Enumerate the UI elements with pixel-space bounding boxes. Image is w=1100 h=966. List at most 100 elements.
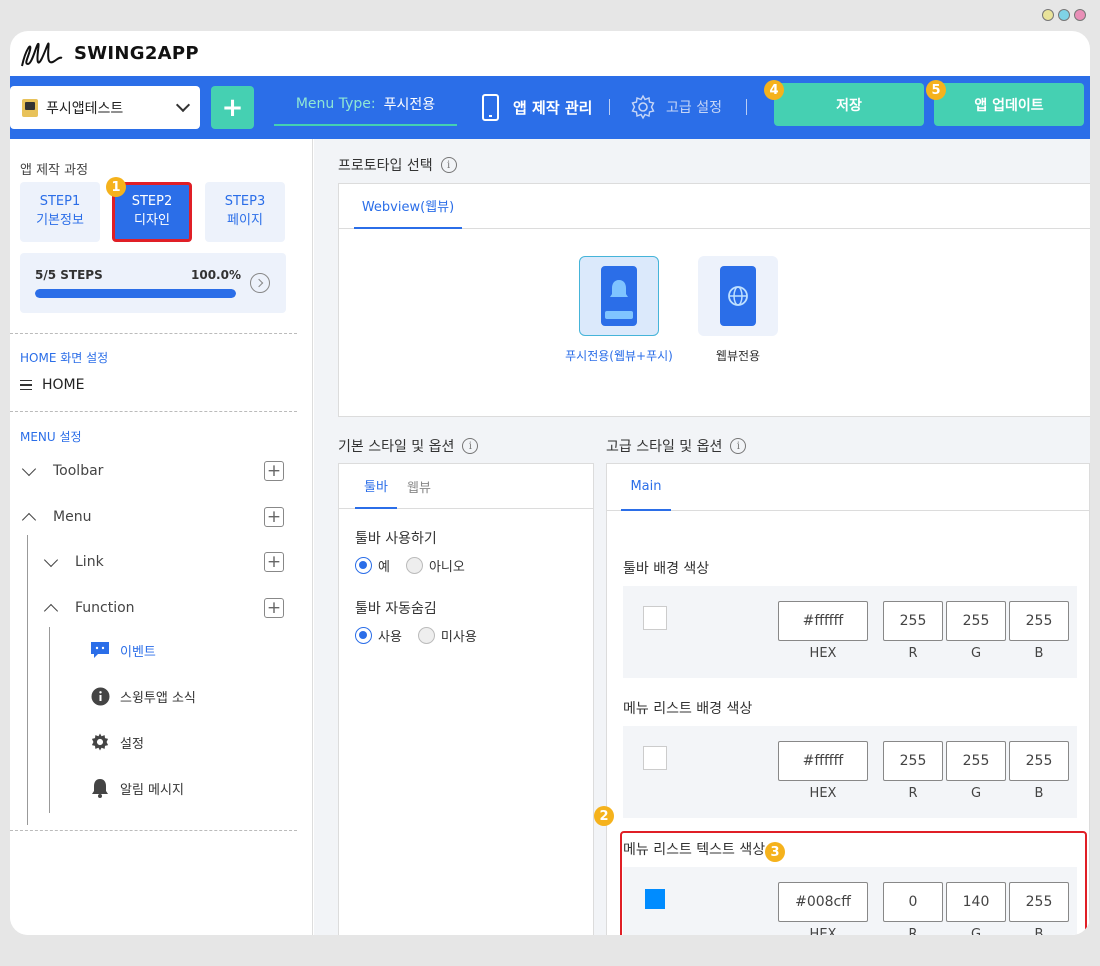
function-item-label: 스윙투앱 소식 xyxy=(120,690,196,706)
nav-app-manage-label: 앱 제작 관리 xyxy=(513,98,593,117)
tree-item-function[interactable]: Function + xyxy=(10,596,297,620)
hex-label: HEX xyxy=(809,786,837,801)
tree-guide-line xyxy=(27,535,28,825)
b-label: B xyxy=(1034,927,1044,935)
add-function-item-button[interactable]: + xyxy=(264,598,284,618)
window-dot-yellow[interactable] xyxy=(1042,9,1054,21)
hex-label: HEX xyxy=(809,927,837,935)
nav-advanced-settings[interactable]: 고급 설정 xyxy=(630,92,722,122)
tree-guide-line xyxy=(49,627,50,813)
nav-divider xyxy=(746,99,747,115)
window-dot-blue[interactable] xyxy=(1058,9,1070,21)
menu-list-text-color-picker: #008cff 0 140 255 HEX R G B xyxy=(623,867,1077,935)
info-icon[interactable]: i xyxy=(730,438,747,454)
app-selector[interactable]: 푸시앱테스트 xyxy=(10,86,200,129)
advanced-options-title-text: 고급 스타일 및 옵션 xyxy=(606,439,723,455)
hex-input[interactable]: #008cff xyxy=(778,882,868,922)
chevron-right-circle-icon[interactable] xyxy=(250,273,270,293)
app-update-button[interactable]: 앱 업데이트 xyxy=(934,83,1084,126)
b-input[interactable]: 255 xyxy=(1009,882,1069,922)
basic-options-title: 기본 스타일 및 옵션 i xyxy=(338,436,479,456)
prototype-title-text: 프로토타입 선택 xyxy=(338,158,433,174)
step-sublabel: 기본정보 xyxy=(36,213,84,228)
tab-webview[interactable]: Webview(웹뷰) xyxy=(354,184,462,229)
color-swatch[interactable] xyxy=(645,889,665,909)
add-menu-item-button[interactable]: + xyxy=(264,507,284,527)
chevron-down-icon xyxy=(175,97,191,113)
push-phone-icon xyxy=(601,266,637,326)
nav-app-manage[interactable]: 앱 제작 관리 xyxy=(482,92,592,122)
save-button[interactable]: 저장 xyxy=(774,83,924,126)
function-item-settings[interactable]: 설정 xyxy=(90,731,144,753)
hex-input[interactable]: #ffffff xyxy=(778,601,868,641)
app-icon xyxy=(22,98,38,117)
chevron-up-icon xyxy=(43,603,59,618)
progress-percent: 100.0% xyxy=(191,268,241,282)
add-link-item-button[interactable]: + xyxy=(264,552,284,572)
function-item-event[interactable]: 이벤트 xyxy=(90,639,156,661)
toolbar-bg-color-picker: #ffffff 255 255 255 HEX R G B xyxy=(623,586,1077,678)
info-icon[interactable]: i xyxy=(462,438,479,454)
g-input[interactable]: 255 xyxy=(946,741,1006,781)
tree-item-label: Toolbar xyxy=(53,463,104,479)
divider xyxy=(10,830,297,831)
toolbar-use-yes-radio[interactable] xyxy=(355,557,372,574)
prototype-tabbar: Webview(웹뷰) xyxy=(339,184,1090,229)
color-swatch[interactable] xyxy=(643,746,667,770)
window-dot-pink[interactable] xyxy=(1074,9,1086,21)
b-label: B xyxy=(1034,786,1044,801)
gear-icon xyxy=(90,732,110,752)
prototype-option-push[interactable] xyxy=(579,256,659,336)
add-toolbar-item-button[interactable]: + xyxy=(264,461,284,481)
main-content: 프로토타입 선택 i Webview(웹뷰) 푸시전용(웹뷰+푸시) 웹뷰전용 … xyxy=(314,139,1090,935)
toolbar-bg-color-label: 툴바 배경 색상 xyxy=(623,561,710,577)
home-menu-item[interactable]: HOME xyxy=(20,377,84,393)
nav-advanced-label: 고급 설정 xyxy=(666,100,722,116)
step1-button[interactable]: STEP1 기본정보 xyxy=(20,182,100,242)
radio-label: 사용 xyxy=(378,630,402,645)
tree-item-menu[interactable]: Menu + xyxy=(10,505,297,529)
toolbar-use-no-radio[interactable] xyxy=(405,557,423,574)
toolbar-autohide-on-radio[interactable] xyxy=(355,627,372,644)
info-icon[interactable]: i xyxy=(440,157,457,173)
tab-toolbar[interactable]: 툴바 xyxy=(355,464,397,509)
g-input[interactable]: 140 xyxy=(946,882,1006,922)
chevron-down-icon xyxy=(21,461,37,476)
b-input[interactable]: 255 xyxy=(1009,741,1069,781)
function-item-news[interactable]: 스윙투앱 소식 xyxy=(90,685,196,707)
menu-list-bg-color-picker: #ffffff 255 255 255 HEX R G B xyxy=(623,726,1077,818)
advanced-options-title: 고급 스타일 및 옵션 i xyxy=(606,436,747,456)
menu-type-display[interactable]: Menu Type: 푸시전용 xyxy=(274,84,457,126)
tab-main[interactable]: Main xyxy=(621,464,671,511)
home-section-label: HOME 화면 설정 xyxy=(20,351,109,365)
prototype-option-webview[interactable] xyxy=(698,256,778,336)
function-item-notification[interactable]: 알림 메시지 xyxy=(90,777,184,799)
step-label: STEP2 xyxy=(131,194,173,210)
radio-label: 아니오 xyxy=(428,560,465,575)
app-window: SWING2APP 푸시앱테스트 + Menu Type: 푸시전용 앱 제작 … xyxy=(10,31,1090,935)
step-label: STEP1 xyxy=(39,194,81,210)
b-input[interactable]: 255 xyxy=(1009,601,1069,641)
tree-item-link[interactable]: Link + xyxy=(10,550,297,574)
hex-input[interactable]: #ffffff xyxy=(778,741,868,781)
info-circle-icon xyxy=(90,686,110,706)
step-sublabel: 페이지 xyxy=(227,213,263,228)
tab-webview[interactable]: 웹뷰 xyxy=(399,464,439,509)
annotation-badge: 4 xyxy=(764,80,784,100)
function-item-label: 이벤트 xyxy=(120,644,156,660)
g-label: G xyxy=(970,646,982,661)
toolbar-autohide-off-radio[interactable] xyxy=(417,627,435,644)
add-app-button[interactable]: + xyxy=(211,86,254,129)
menu-list-bg-color-label: 메뉴 리스트 배경 색상 xyxy=(623,701,753,717)
globe-phone-icon xyxy=(720,266,756,326)
r-input[interactable]: 0 xyxy=(883,882,943,922)
tree-item-toolbar[interactable]: Toolbar + xyxy=(10,459,297,483)
r-input[interactable]: 255 xyxy=(883,741,943,781)
g-input[interactable]: 255 xyxy=(946,601,1006,641)
r-label: R xyxy=(908,646,918,661)
r-input[interactable]: 255 xyxy=(883,601,943,641)
tree-item-label: Menu xyxy=(53,509,92,525)
phone-icon xyxy=(482,93,499,121)
color-swatch[interactable] xyxy=(643,606,667,630)
step3-button[interactable]: STEP3 페이지 xyxy=(205,182,285,242)
